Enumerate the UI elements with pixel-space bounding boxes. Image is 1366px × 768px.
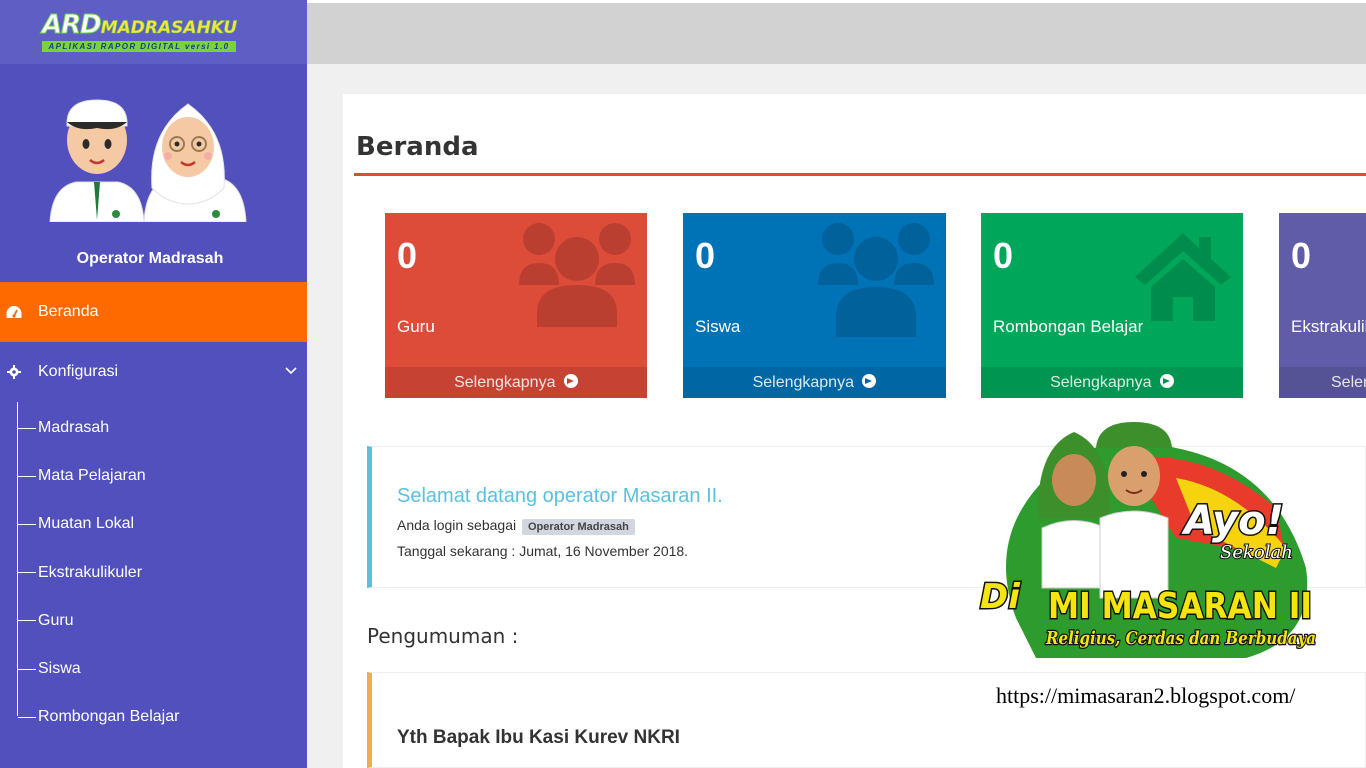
sidebar-subitem-rombongan-belajar[interactable]: Rombongan Belajar [0, 693, 307, 741]
konfigurasi-submenu: Madrasah Mata Pelajaran Muatan Lokal Eks… [0, 402, 307, 741]
stat-label: Guru [397, 317, 435, 336]
current-date: Tanggal sekarang : Jumat, 16 November 20… [397, 543, 689, 559]
sidebar-subitem-siswa[interactable]: Siswa [0, 645, 307, 693]
tree-branch [18, 523, 36, 525]
tree-branch [18, 427, 36, 429]
dashboard-icon [6, 304, 22, 320]
stat-label: Siswa [695, 317, 741, 336]
page-title: Beranda [356, 132, 479, 162]
school-promo-logo: Ayo! Sekolah Di MI MASARAN II Religius, … [979, 422, 1317, 658]
tree-branch [18, 620, 36, 622]
user-avatar-image [49, 99, 247, 222]
brand-bar: ARDMADRASAHKU APLIKASI RAPOR DIGITAL ver… [0, 0, 307, 64]
blog-url-watermark: https://mimasaran2.blogspot.com/ [996, 683, 1296, 708]
home-icon [1135, 233, 1231, 321]
tree-branch [18, 475, 36, 477]
title-divider [354, 173, 1366, 176]
arrow-circle-right-icon [563, 374, 578, 388]
sidebar-item-label: Beranda [38, 303, 99, 320]
more-info-link[interactable]: Selengkapnya [1279, 367, 1366, 398]
sidebar-subitem-madrasah[interactable]: Madrasah [0, 404, 307, 452]
stat-value: 0 [397, 235, 418, 276]
gear-icon [6, 364, 22, 380]
promo-sekolah: Sekolah [1220, 542, 1293, 563]
promo-motto: Religius, Cerdas dan Berbudaya [1045, 628, 1316, 649]
top-navbar [307, 0, 1366, 64]
more-info-link[interactable]: Selengkapnya [683, 367, 946, 398]
stat-box-ekstrakulikuler: 0 Ekstrakulikuler Selengkapnya [1279, 213, 1366, 398]
more-info-link[interactable]: Selengkapnya [385, 367, 647, 398]
sidebar-subitem-muatan-lokal[interactable]: Muatan Lokal [0, 500, 307, 548]
announcement-heading: Yth Bapak Ibu Kasi Kurev NKRI [397, 727, 680, 748]
sidebar: ARDMADRASAHKU APLIKASI RAPOR DIGITAL ver… [0, 0, 307, 768]
chevron-down-icon[interactable] [285, 362, 297, 380]
tree-branch [18, 572, 36, 574]
stat-label: Rombongan Belajar [993, 317, 1144, 336]
stat-box-siswa: 0 Siswa Selengkapnya [683, 213, 946, 398]
promo-di: Di [980, 577, 1021, 617]
stat-value: 0 [993, 235, 1014, 276]
sidebar-menu: Beranda Konfigurasi Madrasah Mata Pelaja… [0, 282, 307, 741]
promo-ayo: Ayo! [1181, 498, 1284, 544]
stat-box-guru: 0 Guru Selengkapnya [385, 213, 647, 398]
arrow-circle-right-icon [862, 374, 877, 388]
announcements-title: Pengumuman : [367, 624, 519, 648]
arrow-circle-right-icon [1159, 374, 1174, 388]
users-icon [519, 223, 635, 327]
tree-branch [18, 716, 36, 718]
brand-tagline: APLIKASI RAPOR DIGITAL versi 1.0 [42, 41, 236, 52]
sidebar-item-beranda[interactable]: Beranda [0, 282, 307, 342]
brand-title: ARDMADRASAHKU [42, 10, 238, 41]
welcome-heading: Selamat datang operator Masaran II. [397, 485, 723, 507]
stat-value: 0 [695, 235, 716, 276]
user-panel: Operator Madrasah [0, 86, 307, 276]
sidebar-subitem-guru[interactable]: Guru [0, 597, 307, 645]
more-info-link[interactable]: Selengkapnya [981, 367, 1243, 398]
brand-logo[interactable]: ARDMADRASAHKU APLIKASI RAPOR DIGITAL ver… [42, 10, 237, 52]
login-info: Anda login sebagai Operator Madrasah [397, 517, 635, 535]
sidebar-subitem-ekstrakulikuler[interactable]: Ekstrakulikuler [0, 549, 307, 597]
stat-label: Ekstrakulikuler [1291, 317, 1366, 336]
stat-value: 0 [1291, 235, 1312, 276]
sidebar-item-label: Konfigurasi [38, 363, 119, 380]
promo-school-name: MI MASARAN II [1048, 586, 1312, 627]
user-name: Operator Madrasah [76, 250, 224, 267]
tree-branch [18, 668, 36, 670]
users-icon [818, 223, 934, 337]
brand-subtitle: MADRASAHKU [100, 18, 238, 39]
sidebar-item-konfigurasi[interactable]: Konfigurasi [0, 342, 307, 402]
sidebar-subitem-mata-pelajaran[interactable]: Mata Pelajaran [0, 452, 307, 500]
role-badge: Operator Madrasah [522, 519, 635, 535]
stat-box-rombongan-belajar: 0 Rombongan Belajar Selengkapnya [981, 213, 1243, 398]
